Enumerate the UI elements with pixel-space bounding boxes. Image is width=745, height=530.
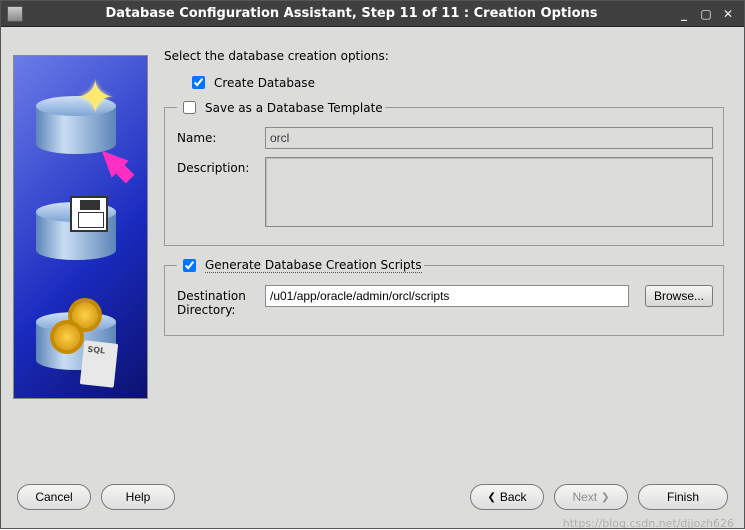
window-controls: _ ▢ ✕ — [674, 6, 738, 22]
template-desc-input — [265, 157, 713, 227]
sidebar — [13, 35, 158, 474]
save-template-option[interactable]: Save as a Database Template — [179, 98, 383, 117]
close-icon[interactable]: ✕ — [718, 6, 738, 22]
star-icon — [76, 80, 126, 130]
options-pane: Select the database creation options: Cr… — [164, 35, 732, 474]
save-template-group: Save as a Database Template Name: Descri… — [164, 98, 724, 246]
app-icon — [7, 6, 23, 22]
save-template-label: Save as a Database Template — [205, 101, 383, 115]
chevron-right-icon: ❯ — [601, 492, 609, 503]
dest-dir-label: Destination Directory: — [177, 285, 255, 317]
generate-scripts-checkbox[interactable] — [183, 259, 196, 272]
generate-scripts-option[interactable]: Generate Database Creation Scripts — [179, 256, 422, 275]
minimize-icon[interactable]: _ — [674, 6, 694, 22]
floppy-icon — [70, 196, 108, 232]
wizard-graphic — [13, 55, 148, 399]
next-button: Next❯ — [554, 484, 628, 510]
window-root: Database Configuration Assistant, Step 1… — [0, 0, 745, 529]
create-database-label: Create Database — [214, 76, 315, 90]
main-area: Select the database creation options: Cr… — [1, 27, 744, 474]
create-database-option[interactable]: Create Database — [188, 73, 724, 92]
gear-icon — [54, 324, 80, 350]
content-area: Select the database creation options: Cr… — [1, 27, 744, 528]
browse-button[interactable]: Browse... — [645, 285, 713, 307]
generate-scripts-group: Generate Database Creation Scripts Desti… — [164, 256, 724, 336]
dest-dir-input[interactable] — [265, 285, 629, 307]
template-desc-label: Description: — [177, 157, 255, 175]
gear-icon — [72, 302, 98, 328]
chevron-left-icon: ❮ — [487, 492, 495, 503]
wizard-footer: Cancel Help ❮Back Next❯ Finish — [1, 474, 744, 528]
template-name-label: Name: — [177, 127, 255, 145]
finish-button[interactable]: Finish — [638, 484, 728, 510]
titlebar: Database Configuration Assistant, Step 1… — [1, 1, 744, 27]
maximize-icon[interactable]: ▢ — [696, 6, 716, 22]
create-database-checkbox[interactable] — [192, 76, 205, 89]
save-template-checkbox[interactable] — [183, 101, 196, 114]
help-button[interactable]: Help — [101, 484, 175, 510]
generate-scripts-label: Generate Database Creation Scripts — [205, 258, 422, 273]
cancel-button[interactable]: Cancel — [17, 484, 91, 510]
sql-script-icon — [80, 340, 118, 387]
window-title: Database Configuration Assistant, Step 1… — [29, 6, 674, 21]
template-name-input — [265, 127, 713, 149]
back-button[interactable]: ❮Back — [470, 484, 544, 510]
page-heading: Select the database creation options: — [164, 49, 724, 63]
